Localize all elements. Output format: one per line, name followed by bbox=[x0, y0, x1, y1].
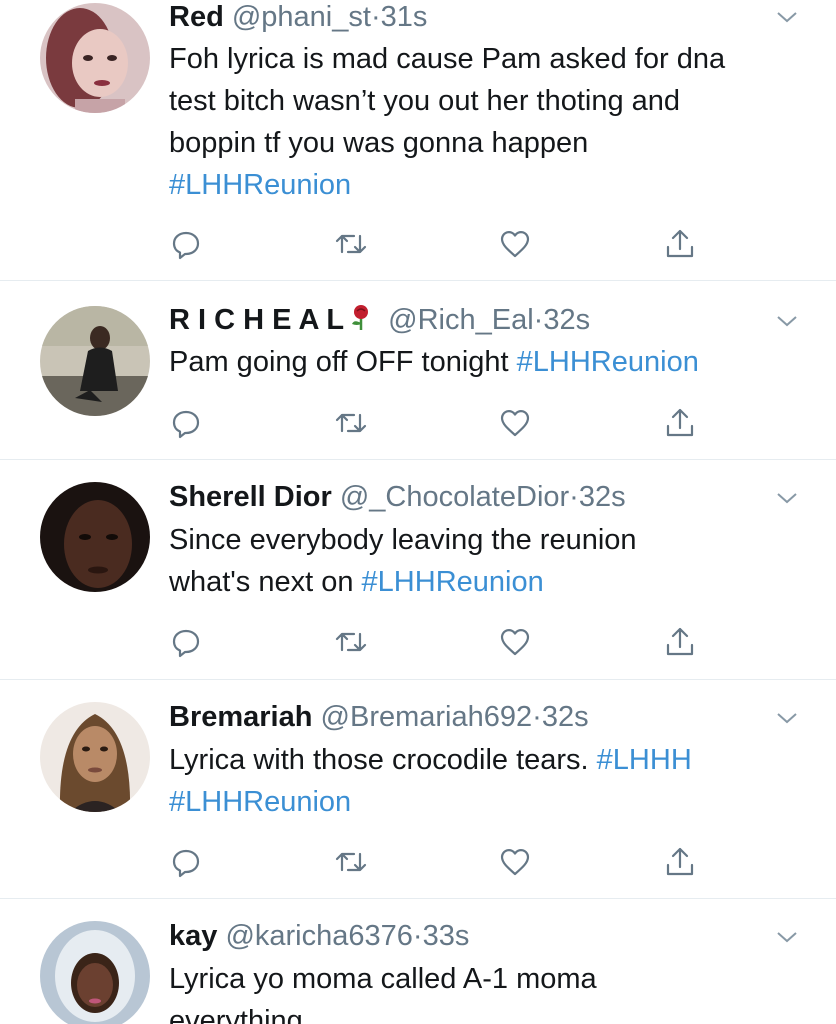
tweet[interactable]: Sherell Dior @_ChocolateDior·32s Since e… bbox=[0, 460, 836, 680]
rose-emoji-icon bbox=[352, 305, 369, 330]
share-icon bbox=[666, 408, 694, 437]
heart-icon bbox=[500, 410, 530, 437]
retweet-icon bbox=[335, 632, 367, 652]
display-name[interactable]: kay bbox=[169, 920, 217, 952]
share-button[interactable] bbox=[660, 403, 700, 443]
username[interactable]: @Bremariah692 bbox=[321, 701, 533, 733]
avatar[interactable] bbox=[40, 921, 150, 1024]
share-button[interactable] bbox=[660, 842, 700, 882]
retweet-icon bbox=[335, 234, 367, 254]
display-name[interactable]: R I C H E A L bbox=[169, 304, 344, 336]
share-icon bbox=[666, 627, 694, 656]
tweet-actions bbox=[160, 403, 720, 443]
reply-button[interactable] bbox=[166, 224, 206, 264]
heart-icon bbox=[500, 231, 530, 258]
tweet-actions bbox=[160, 224, 720, 264]
tweet[interactable]: kay @karicha6376·33s Lyrica yo moma call… bbox=[0, 899, 836, 1024]
chevron-down-icon[interactable] bbox=[776, 487, 798, 509]
tweet-text-line: everything bbox=[169, 1005, 303, 1024]
like-button[interactable] bbox=[495, 224, 535, 264]
username[interactable]: @karicha6376 bbox=[225, 920, 412, 952]
tweet-text-line: what's next on bbox=[169, 566, 362, 598]
separator-dot: · bbox=[532, 701, 542, 733]
retweet-icon bbox=[335, 413, 367, 433]
tweet-text-line: test bitch wasn’t you out her thoting an… bbox=[169, 85, 681, 117]
display-name[interactable]: Red bbox=[169, 1, 224, 33]
tweet-text: Since everybody leaving the reunion what… bbox=[169, 519, 796, 603]
tweet-text: Lyrica with those crocodile tears. #LHHH… bbox=[169, 739, 796, 823]
timestamp[interactable]: 32s bbox=[543, 304, 590, 336]
timeline-feed: Red @phani_st·31s Foh lyrica is mad caus… bbox=[0, 0, 836, 1024]
chevron-down-icon[interactable] bbox=[776, 707, 798, 729]
like-button[interactable] bbox=[495, 622, 535, 662]
tweet-header: Sherell Dior @_ChocolateDior·32s bbox=[169, 480, 776, 514]
reply-icon bbox=[172, 849, 200, 878]
avatar[interactable] bbox=[40, 702, 150, 812]
tweet-text: Foh lyrica is mad cause Pam asked for dn… bbox=[169, 38, 796, 206]
tweet-text-line: Lyrica yo moma called A-1 moma bbox=[169, 963, 597, 995]
tweet-header: Bremariah @Bremariah692·32s bbox=[169, 700, 776, 734]
tweet-text-line: Lyrica with those crocodile tears. bbox=[169, 744, 597, 776]
hashtag-link[interactable]: #LHHReunion bbox=[517, 346, 699, 378]
retweet-button[interactable] bbox=[331, 403, 371, 443]
chevron-down-icon[interactable] bbox=[776, 6, 798, 28]
share-icon bbox=[666, 229, 694, 258]
reply-button[interactable] bbox=[166, 622, 206, 662]
separator-dot: · bbox=[412, 920, 423, 952]
tweet-actions bbox=[160, 842, 720, 882]
share-button[interactable] bbox=[660, 224, 700, 264]
like-button[interactable] bbox=[495, 842, 535, 882]
tweet-header: Red @phani_st·31s bbox=[169, 0, 776, 34]
retweet-icon bbox=[335, 852, 367, 872]
tweet-text-line: Since everybody leaving the reunion bbox=[169, 524, 637, 556]
share-icon bbox=[666, 847, 694, 876]
tweet-text: Pam going off OFF tonight #LHHReunion bbox=[169, 341, 796, 383]
tweet-text-line: boppin tf you was gonna happen bbox=[169, 127, 589, 159]
avatar[interactable] bbox=[40, 3, 150, 113]
display-name[interactable]: Sherell Dior bbox=[169, 481, 332, 513]
display-name[interactable]: Bremariah bbox=[169, 701, 312, 733]
timestamp[interactable]: 33s bbox=[423, 920, 470, 952]
tweet-header: R I C H E A L @Rich_Eal·32s bbox=[169, 303, 776, 337]
separator-dot: · bbox=[569, 481, 579, 513]
tweet-text: Lyrica yo moma called A-1 moma everythin… bbox=[169, 958, 796, 1024]
avatar[interactable] bbox=[40, 482, 150, 592]
reply-icon bbox=[172, 629, 200, 658]
reply-icon bbox=[172, 231, 200, 260]
avatar[interactable] bbox=[40, 306, 150, 416]
tweet[interactable]: Red @phani_st·31s Foh lyrica is mad caus… bbox=[0, 0, 836, 281]
hashtag-link[interactable]: #LHHReunion bbox=[169, 169, 351, 201]
timestamp[interactable]: 31s bbox=[381, 1, 428, 33]
tweet[interactable]: Bremariah @Bremariah692·32s Lyrica with … bbox=[0, 680, 836, 899]
like-button[interactable] bbox=[495, 403, 535, 443]
share-button[interactable] bbox=[660, 622, 700, 662]
retweet-button[interactable] bbox=[331, 224, 371, 264]
retweet-button[interactable] bbox=[331, 622, 371, 662]
timestamp[interactable]: 32s bbox=[542, 701, 589, 733]
tweet[interactable]: R I C H E A L @Rich_Eal·32s Pam going of… bbox=[0, 281, 836, 460]
timestamp[interactable]: 32s bbox=[579, 481, 626, 513]
chevron-down-icon[interactable] bbox=[776, 926, 798, 948]
tweet-text-line: Foh lyrica is mad cause Pam asked for dn… bbox=[169, 43, 726, 75]
tweet-header: kay @karicha6376·33s bbox=[169, 919, 776, 953]
username[interactable]: @Rich_Eal bbox=[388, 304, 534, 336]
heart-icon bbox=[500, 629, 530, 656]
separator-dot: · bbox=[370, 1, 381, 33]
reply-icon bbox=[172, 410, 200, 439]
heart-icon bbox=[500, 849, 530, 876]
separator-dot: · bbox=[533, 304, 544, 336]
tweet-actions bbox=[160, 622, 720, 662]
username[interactable]: @_ChocolateDior bbox=[340, 481, 569, 513]
username[interactable]: @phani_st bbox=[232, 1, 371, 33]
hashtag-link[interactable]: #LHHReunion bbox=[169, 786, 351, 818]
reply-button[interactable] bbox=[166, 403, 206, 443]
reply-button[interactable] bbox=[166, 842, 206, 882]
retweet-button[interactable] bbox=[331, 842, 371, 882]
chevron-down-icon[interactable] bbox=[776, 310, 798, 332]
hashtag-link[interactable]: #LHHH bbox=[597, 744, 692, 776]
tweet-text-line: Pam going off OFF tonight bbox=[169, 346, 517, 378]
hashtag-link[interactable]: #LHHReunion bbox=[362, 566, 544, 598]
